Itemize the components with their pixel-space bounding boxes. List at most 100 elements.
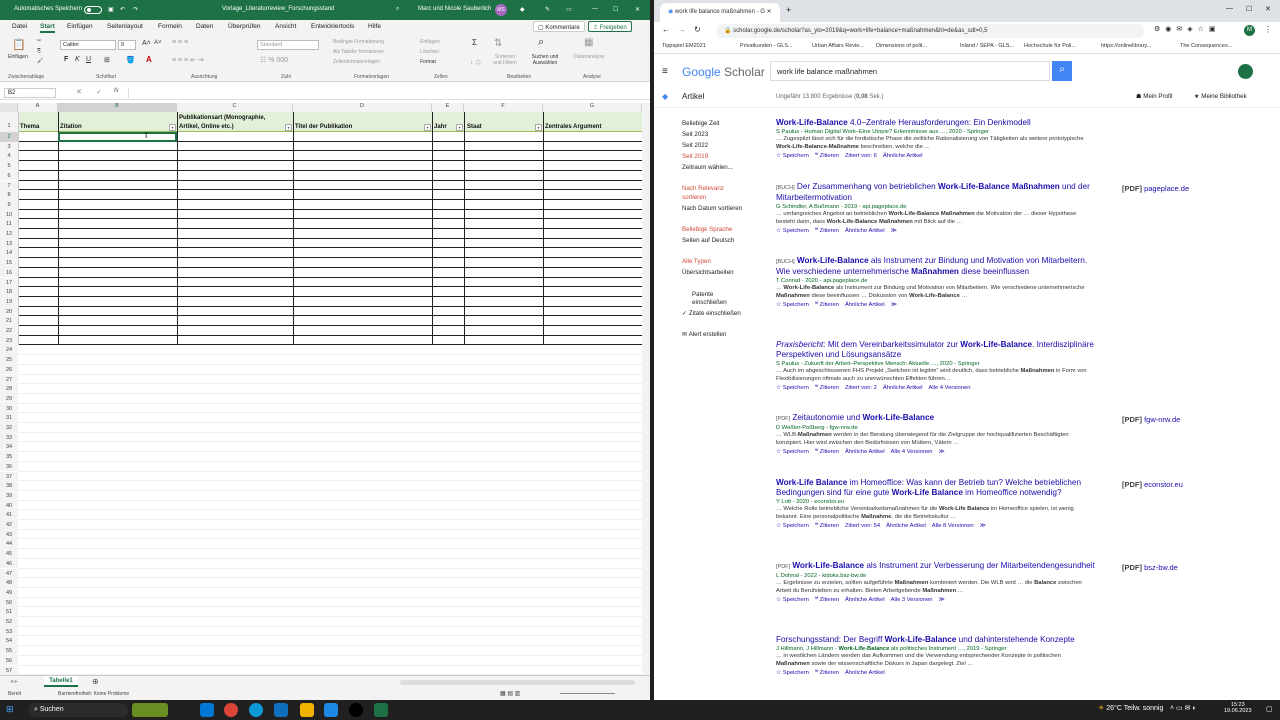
zoom-slider[interactable]	[560, 693, 615, 694]
result-action-link[interactable]: ☆ Speichern	[776, 302, 809, 308]
grid-row[interactable]	[18, 392, 642, 394]
row-header[interactable]: 38	[0, 481, 18, 491]
font-size-select[interactable]: 9	[118, 40, 136, 50]
row-header[interactable]: 33	[0, 432, 18, 443]
taskbar-search[interactable]: ⌕ Suchen	[28, 703, 128, 717]
result-action-link[interactable]: Ähnliche Artikel	[845, 302, 885, 308]
user-avatar[interactable]: MS	[495, 4, 507, 16]
row-header[interactable]: 8	[0, 190, 18, 200]
row-header[interactable]: 51	[0, 607, 18, 617]
new-tab-icon[interactable]: +	[786, 5, 791, 15]
extensions-icon[interactable]: ⚙◉✉◈☆▣	[1154, 25, 1221, 33]
grid-row[interactable]	[18, 460, 642, 462]
sheet-tab-tabelle1[interactable]: Tabelle1	[44, 676, 78, 687]
result-title[interactable]: [PDF] Work-Life-Balance als Instrument z…	[776, 561, 1096, 572]
table-row[interactable]	[18, 344, 642, 346]
underline-button[interactable]: U	[86, 56, 91, 63]
find-select-button[interactable]: Suchen und Auswählen	[528, 54, 562, 66]
table-row[interactable]	[18, 237, 642, 239]
comments-button[interactable]: ▢ Kommentare	[533, 21, 585, 32]
row-header[interactable]: 49	[0, 587, 18, 598]
row-header[interactable]: 20	[0, 306, 18, 317]
save-icon[interactable]: ▣	[108, 6, 114, 13]
row-header[interactable]: 10	[0, 209, 18, 220]
google-scholar-logo[interactable]: Google Scholar	[682, 65, 765, 79]
table-row[interactable]	[18, 334, 642, 336]
column-header-E[interactable]: E	[432, 103, 464, 112]
table-row[interactable]	[18, 189, 642, 191]
minimize-icon[interactable]: —	[1226, 5, 1233, 12]
account-avatar[interactable]	[1238, 64, 1253, 79]
row-header[interactable]: 2	[0, 132, 18, 142]
fill-color-icon[interactable]: 🪣	[126, 56, 135, 64]
grid-row[interactable]	[18, 441, 642, 443]
copy-icon[interactable]: ⎘	[37, 48, 41, 54]
result-action-link[interactable]: ❝ Zitieren	[815, 228, 839, 234]
row-header[interactable]: 13	[0, 238, 18, 249]
row-header[interactable]: 18	[0, 287, 18, 297]
result-action-link[interactable]: ☆ Speichern	[776, 523, 809, 529]
result-action-link[interactable]: Ähnliche Artikel	[845, 228, 885, 234]
vertical-scrollbar[interactable]	[642, 103, 650, 675]
grid-row[interactable]	[18, 625, 642, 627]
sum-icon[interactable]: Σ	[472, 38, 477, 47]
bookmark-item[interactable]: Tippspiel EM2021	[662, 43, 706, 49]
row-header[interactable]: 46	[0, 558, 18, 569]
font-color-icon[interactable]: A	[146, 55, 152, 64]
grid-row[interactable]	[18, 354, 642, 356]
row-header[interactable]: 35	[0, 452, 18, 462]
result-action-link[interactable]: Alle 3 Versionen	[891, 597, 933, 603]
row-header[interactable]: 17	[0, 277, 18, 288]
grid-row[interactable]	[18, 383, 642, 385]
table-row[interactable]	[18, 169, 642, 171]
grid-row[interactable]	[18, 606, 642, 608]
row-header[interactable]: 42	[0, 520, 18, 530]
github-icon[interactable]	[349, 703, 363, 717]
diamond-icon[interactable]: ◆	[520, 6, 525, 13]
font-name-select[interactable]: Calibri	[60, 40, 116, 50]
bookmark-item[interactable]: Hochschule für Poli...	[1024, 43, 1076, 49]
result-action-link[interactable]: Ähnliche Artikel	[883, 153, 923, 159]
row-header[interactable]: 5	[0, 161, 18, 171]
header-argument[interactable]: Zentrales Argument	[545, 124, 601, 130]
cut-icon[interactable]: ✂	[37, 38, 41, 44]
format-painter-icon[interactable]: 🖌	[37, 58, 43, 64]
filter-since-2019[interactable]: Seit 2019	[682, 153, 708, 160]
table-row[interactable]	[18, 257, 642, 259]
menu-dots-icon[interactable]: ⋮	[1264, 25, 1272, 34]
bold-button[interactable]: F	[64, 56, 68, 63]
excel-icon[interactable]	[374, 703, 388, 717]
data-analysis-button[interactable]: Datenanalyse	[574, 54, 605, 60]
header-staat[interactable]: Staat	[467, 124, 482, 130]
grid-row[interactable]	[18, 451, 642, 453]
weather-status[interactable]: ☀ 26°C Teilw. sonnig	[1098, 704, 1163, 712]
align-top-icon[interactable]: ≡ ≡ ≡	[172, 39, 188, 46]
grid-row[interactable]	[18, 519, 642, 520]
result-action-link[interactable]: ❝ Zitieren	[815, 302, 839, 308]
maximize-icon[interactable]: ☐	[613, 6, 618, 13]
tab-close-icon[interactable]: ✕	[767, 9, 772, 15]
row-header[interactable]: 23	[0, 335, 18, 346]
pdf-link[interactable]: [PDF] econstor.eu	[1122, 480, 1183, 489]
column-header-D[interactable]: D	[293, 103, 432, 112]
result-action-link[interactable]: Zitiert von: 54	[845, 523, 880, 529]
menu-tab-0[interactable]: Datei	[12, 23, 27, 30]
row-header[interactable]: 11	[0, 219, 18, 229]
row-header[interactable]: 31	[0, 413, 18, 423]
row-header[interactable]: 16	[0, 267, 18, 278]
data-analysis-icon[interactable]: ▦	[584, 37, 593, 48]
type-all[interactable]: Alle Typen	[682, 258, 711, 265]
result-action-link[interactable]: ≫	[980, 523, 986, 529]
prev-sheet-icon[interactable]: ◂ ▸	[10, 678, 18, 685]
result-action-link[interactable]: Alle 4 Versionen	[929, 385, 971, 391]
add-sheet-icon[interactable]: ⊕	[92, 677, 99, 686]
lang-german[interactable]: Seiten auf Deutsch	[682, 237, 734, 244]
selected-cell-B2[interactable]	[58, 132, 177, 142]
row-header[interactable]: 52	[0, 617, 18, 627]
shrink-font-icon[interactable]: A˅	[154, 40, 162, 46]
row-header[interactable]: 7	[0, 180, 18, 191]
row-header[interactable]: 57	[0, 665, 18, 676]
row-header[interactable]: 1	[0, 112, 18, 132]
row-header[interactable]: 9	[0, 199, 18, 210]
close-icon[interactable]: ✕	[1265, 5, 1271, 13]
